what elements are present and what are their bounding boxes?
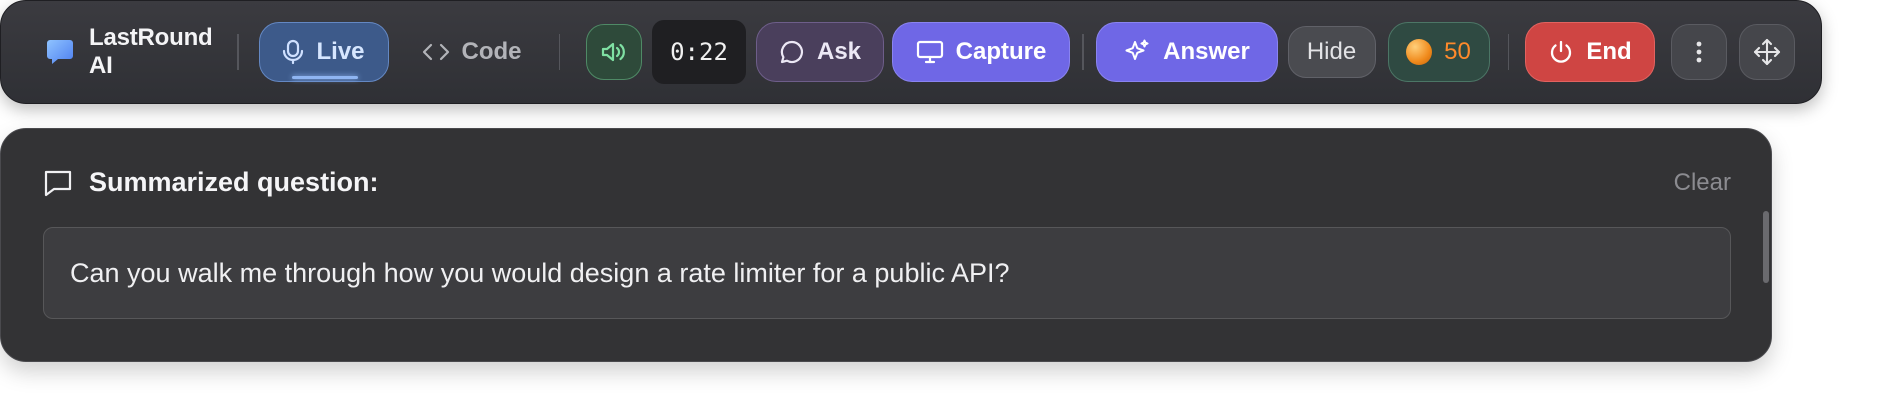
clear-button[interactable]: Clear (1674, 169, 1731, 197)
ask-label: Ask (816, 38, 862, 65)
credits-badge: 50 (1387, 22, 1490, 82)
code-label: Code (461, 38, 522, 65)
coin-icon (1406, 39, 1433, 65)
end-label: End (1586, 38, 1632, 65)
drag-handle-button[interactable] (1739, 24, 1795, 80)
move-icon (1753, 38, 1781, 66)
more-options-button[interactable] (1671, 24, 1727, 80)
session-timer: 0:22 (652, 20, 746, 84)
divider (237, 34, 239, 70)
question-text-box: Can you walk me through how you would de… (43, 227, 1731, 319)
answer-label: Answer (1163, 38, 1250, 65)
ask-button[interactable]: Ask (756, 22, 884, 82)
capture-button[interactable]: Capture (892, 22, 1070, 82)
divider (558, 34, 560, 70)
sparkles-icon (1123, 38, 1151, 66)
end-button[interactable]: End (1525, 22, 1655, 82)
question-text: Can you walk me through how you would de… (70, 257, 1010, 288)
question-panel: Summarized question: Clear Can you walk … (0, 128, 1772, 362)
speaker-icon (600, 40, 628, 64)
panel-title: Summarized question: (89, 167, 379, 197)
code-button[interactable]: Code (407, 22, 537, 82)
panel-header: Summarized question: Clear (43, 167, 1731, 198)
code-icon (422, 41, 450, 63)
capture-label: Capture (955, 38, 1047, 65)
live-label: Live (316, 38, 365, 65)
scrollbar[interactable] (1763, 211, 1769, 283)
hide-button[interactable]: Hide (1287, 26, 1376, 78)
message-circle-icon (779, 39, 805, 65)
chat-bubble-icon (45, 37, 75, 67)
live-indicator (291, 76, 358, 79)
divider (1507, 34, 1509, 70)
message-square-icon (43, 168, 73, 198)
divider (1082, 34, 1084, 70)
microphone-icon (282, 39, 304, 65)
monitor-icon (916, 39, 944, 65)
credits-count: 50 (1444, 38, 1471, 65)
brand: LastRound AI (45, 24, 223, 80)
top-toolbar: LastRound AI Live Code 0:22 Ask Capture … (0, 0, 1822, 104)
more-vertical-icon (1695, 40, 1703, 64)
audio-toggle-button[interactable] (586, 24, 642, 80)
brand-name: LastRound AI (89, 24, 213, 79)
answer-button[interactable]: Answer (1095, 22, 1278, 82)
live-button[interactable]: Live (258, 22, 389, 82)
power-icon (1548, 39, 1574, 65)
